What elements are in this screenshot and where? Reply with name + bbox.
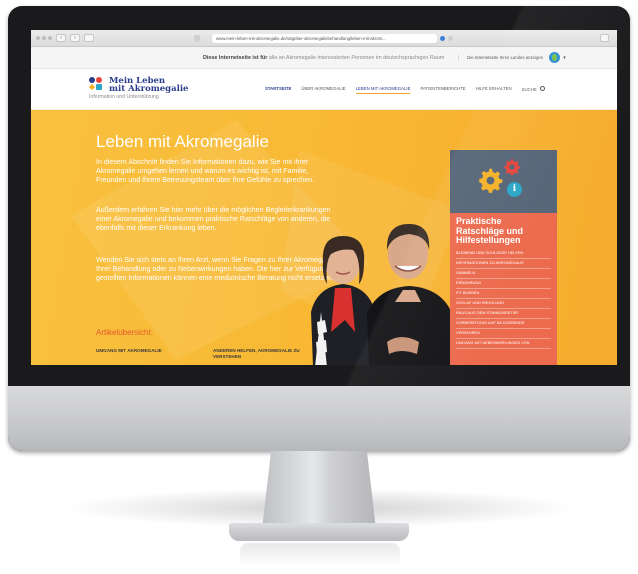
language-bar: Diese Internetseite ist für alle an Akro…: [31, 47, 617, 69]
globe-icon[interactable]: [549, 52, 561, 63]
tips-link[interactable]: INFORMATIONEN ZU AKROMEGALIE: [456, 259, 551, 269]
intro-paragraph-1: In diesem Abschnitt finden Sie Informati…: [96, 158, 315, 184]
audience-notice: Diese Internetseite ist für alle an Akro…: [203, 55, 444, 61]
country-select-label[interactable]: Die Internetseite Ihres Landes anzeigen: [458, 55, 543, 60]
reload-icon[interactable]: [448, 35, 453, 41]
chevron-down-icon[interactable]: ▾: [563, 55, 566, 61]
nav-item-leben-mit-akromegalie[interactable]: LEBEN MIT AKROMEGALIE: [355, 86, 411, 94]
tips-link[interactable]: VORBEREITUNG AUF BILDGEBENDE: [456, 319, 551, 329]
page-title: Leben mit Akromegalie: [96, 132, 269, 151]
logo-text-line2[interactable]: mit Akromegalie: [109, 84, 188, 94]
tips-link[interactable]: ERNÄHRUNG: [456, 279, 551, 289]
practical-tips-card: i Praktische Ratschläge und Hilfestellun…: [450, 150, 557, 365]
close-dot-icon[interactable]: [36, 36, 40, 40]
stand-reflection: [240, 543, 400, 567]
gear-small-icon: [504, 159, 520, 176]
tips-link[interactable]: FIT BLEIBEN: [456, 289, 551, 299]
hero-section: Leben mit Akromegalie In diesem Abschnit…: [31, 110, 617, 365]
tips-link[interactable]: BLEIBEND UND SCHLÜSSE HELFEN: [456, 249, 551, 259]
patient-photo: [311, 224, 455, 365]
address-bar-actions: [440, 35, 453, 41]
logo-icon[interactable]: [88, 77, 105, 91]
forward-arrow-icon[interactable]: ›: [70, 34, 80, 42]
back-arrow-icon[interactable]: ‹: [56, 34, 66, 42]
nav-item-ueber-akromegalie[interactable]: ÜBER AKROMEGALIE: [301, 86, 345, 94]
address-bar[interactable]: www.mein-leben-mit-akromegalie.de/ratgeb…: [212, 33, 437, 43]
info-icon: i: [507, 182, 522, 197]
zoom-dot-icon[interactable]: [48, 36, 52, 40]
tips-link-list: BLEIBEND UND SCHLÜSSE HELFEN INFORMATION…: [456, 249, 551, 349]
minimize-dot-icon[interactable]: [42, 36, 46, 40]
monitor-stand: [262, 451, 376, 529]
nav-item-patientenberichte[interactable]: PATIENTENBERICHTE: [420, 86, 465, 94]
site-header: Mein Leben mit Akromegalie Information u…: [31, 69, 617, 110]
nav-item-startseite[interactable]: STARTSEITE: [265, 86, 291, 94]
privacy-shield-icon[interactable]: [194, 34, 200, 42]
nav-item-suche[interactable]: SUCHE: [522, 86, 545, 94]
monitor-foot: [229, 523, 409, 541]
monitor-chin: [8, 386, 630, 451]
audience-notice-text: alle an Akromegalie interessierten Perso…: [268, 54, 445, 61]
tips-link[interactable]: SAMMELN: [456, 269, 551, 279]
logo-tagline: Information und Unterstützung: [89, 94, 159, 100]
tips-link[interactable]: UMGANG MIT NEBENWIRKUNGEN VON: [456, 339, 551, 349]
browser-toolbar: ‹ › www.mein-leben-mit-akromegalie.de/ra…: [31, 30, 617, 47]
extension-icon[interactable]: [440, 35, 445, 41]
nav-item-hilfe-erhalten[interactable]: HILFE ERHALTEN: [476, 86, 512, 94]
audience-notice-bold: Diese Internetseite ist für: [203, 54, 268, 61]
window-controls[interactable]: [36, 36, 52, 40]
article-link-umgang[interactable]: UMGANG MIT AKROMEGALIE: [96, 348, 162, 353]
tips-link[interactable]: RAUS AUS DEM STIMMUNGSTIEF: [456, 309, 551, 319]
tips-link[interactable]: VERFAHREN: [456, 329, 551, 339]
tips-card-header: i: [450, 150, 557, 213]
gear-icon: [479, 168, 503, 193]
tips-link[interactable]: SCHLAF UND ERHOLUNG: [456, 299, 551, 309]
tips-card-title: Praktische Ratschläge und Hilfestellunge…: [456, 216, 524, 246]
screen: ‹ › www.mein-leben-mit-akromegalie.de/ra…: [31, 30, 617, 365]
main-navigation: STARTSEITE ÜBER AKROMEGALIE LEBEN MIT AK…: [265, 86, 545, 94]
tips-card-body: Praktische Ratschläge und Hilfestellunge…: [450, 213, 557, 365]
sidebar-toggle-icon[interactable]: [84, 34, 94, 42]
nav-item-suche-label: SUCHE: [521, 87, 537, 92]
article-overview-heading: Artikelübersicht:: [96, 328, 153, 337]
search-icon[interactable]: [539, 86, 545, 91]
share-icon[interactable]: [600, 34, 609, 42]
